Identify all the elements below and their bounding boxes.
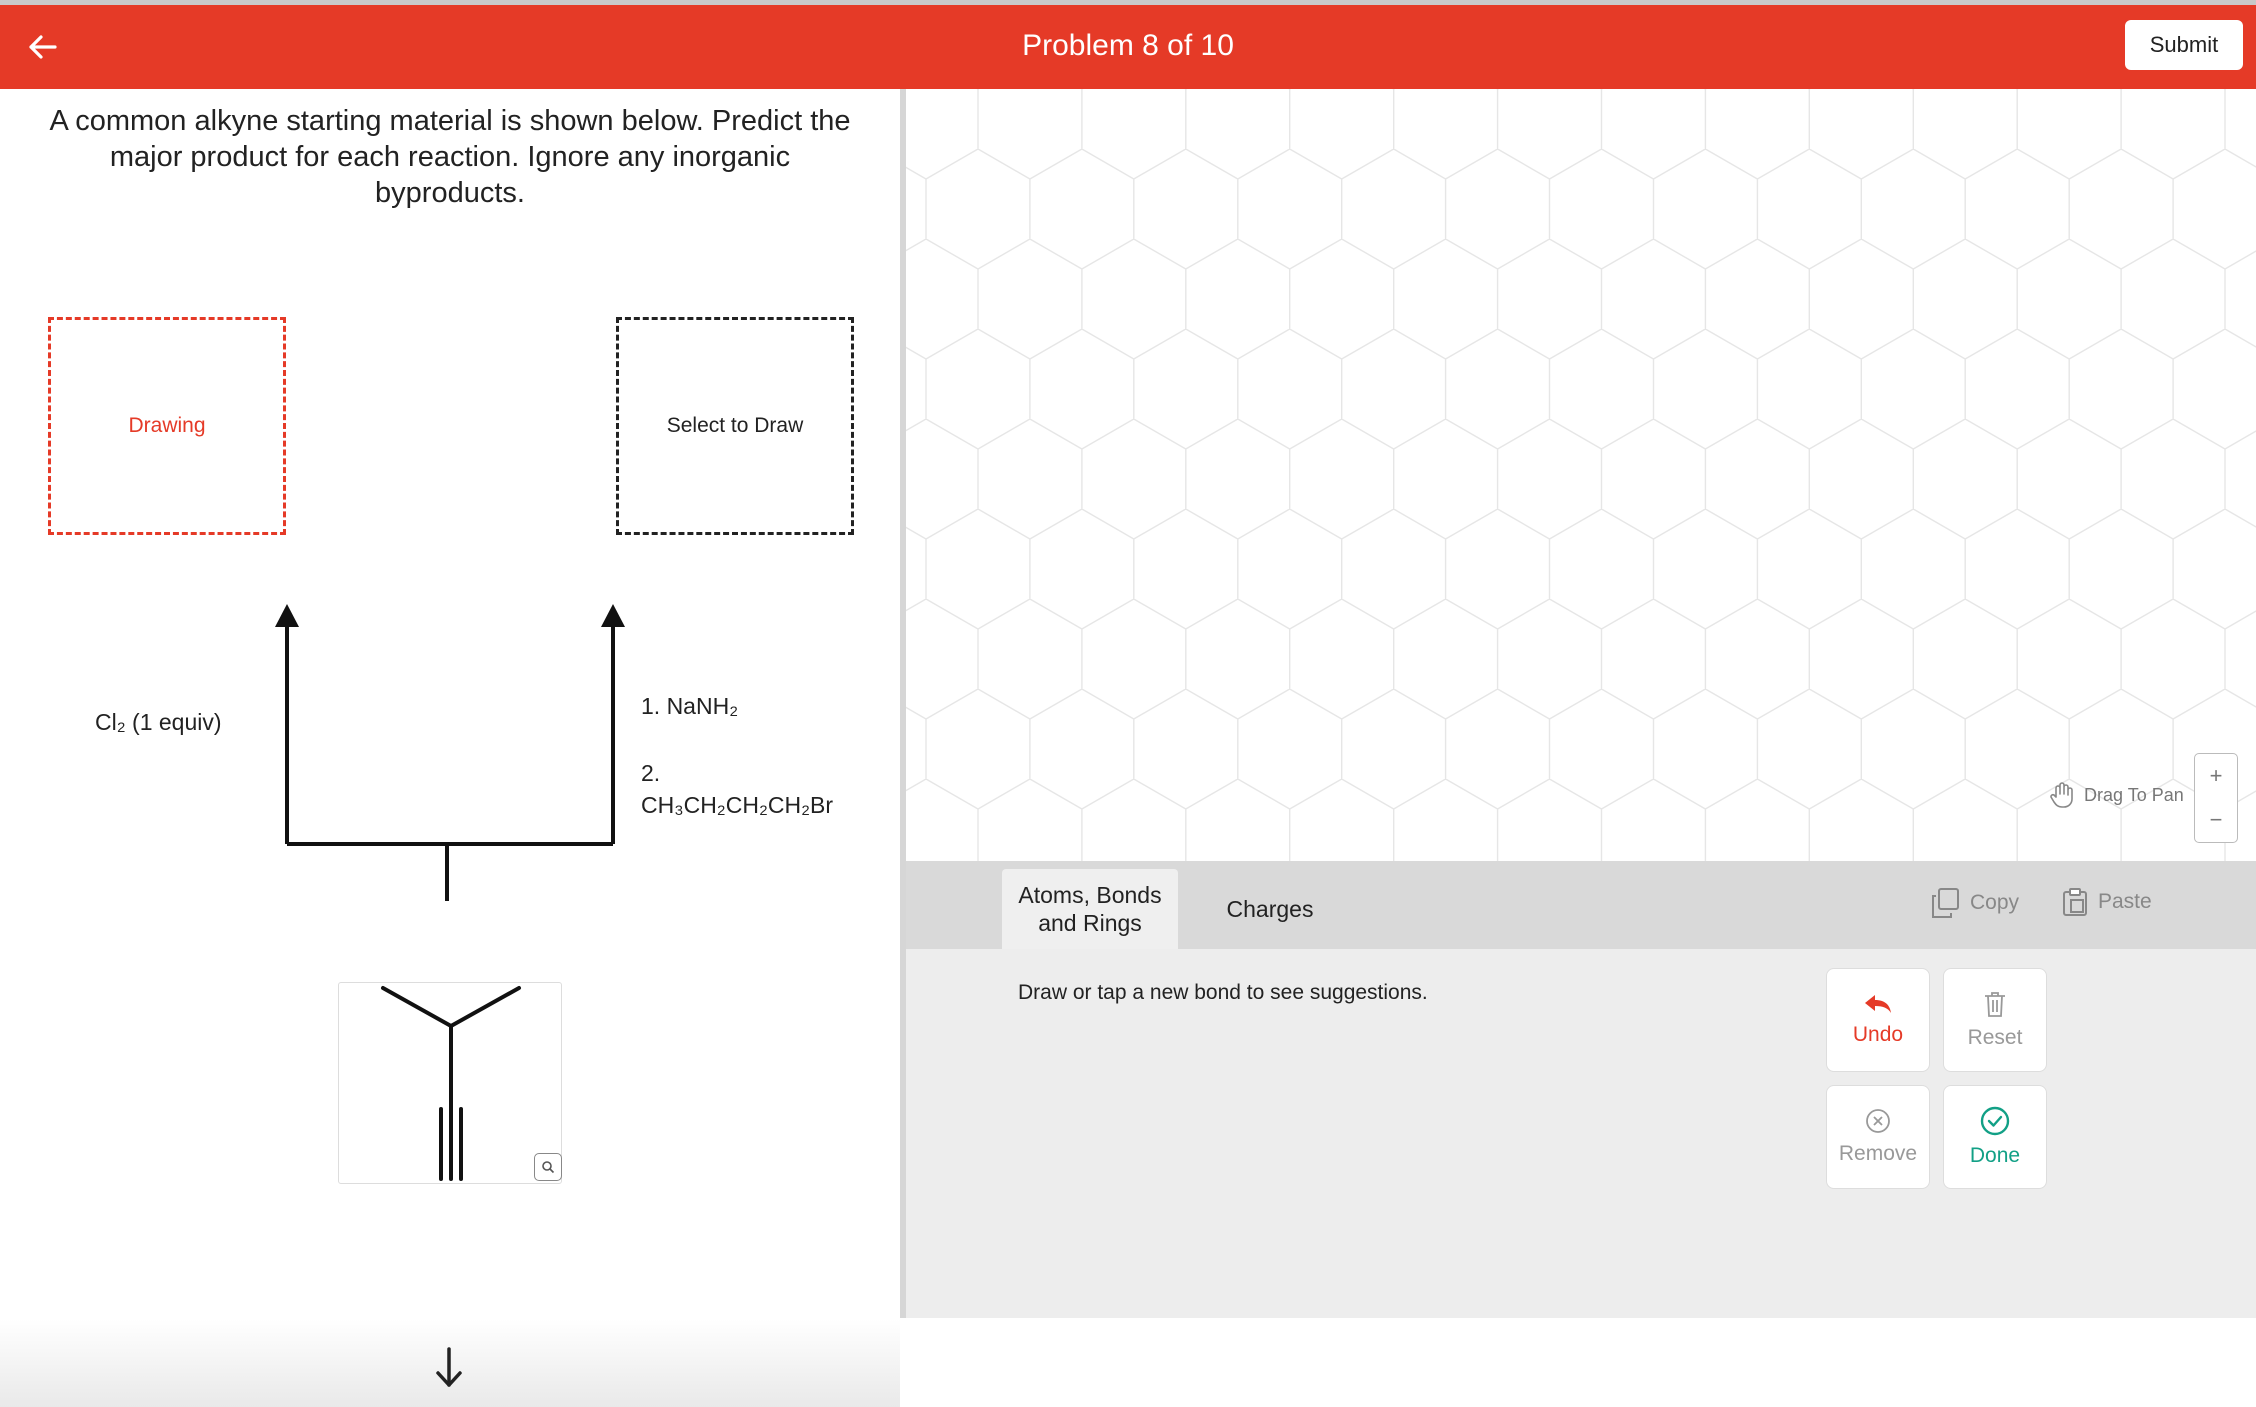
reagent-step-2-formula: CH₃CH₂CH₂CH₂Br xyxy=(641,792,834,818)
tab-atoms-bonds-rings[interactable]: Atoms, Bonds and Rings xyxy=(1002,869,1178,949)
suggestion-hint: Draw or tap a new bond to see suggestion… xyxy=(1018,981,1428,1004)
header-bar: Problem 8 of 10 Submit xyxy=(0,5,2256,89)
paste-button[interactable]: Paste xyxy=(2062,887,2152,917)
scroll-down-arrow-icon[interactable] xyxy=(434,1347,464,1391)
done-label: Done xyxy=(1969,1144,2021,1167)
copy-icon xyxy=(1932,888,1959,918)
reagent-left: Cl₂ (1 equiv) xyxy=(95,709,222,735)
zoom-in-button[interactable]: + xyxy=(2195,754,2237,798)
hexagon-grid-lines xyxy=(906,89,2256,861)
remove-button[interactable]: Remove xyxy=(1826,1085,1930,1189)
check-circle-icon xyxy=(1980,1106,2010,1136)
reset-label: Reset xyxy=(1967,1026,2023,1049)
copy-label: Copy xyxy=(1970,891,2020,914)
reagent-step-1: 1. NaNH₂ xyxy=(641,693,739,719)
arrow-head-left xyxy=(275,604,299,627)
question-panel: A common alkyne starting material is sho… xyxy=(0,89,900,1407)
copy-button[interactable]: Copy xyxy=(1930,887,2019,919)
done-button[interactable]: Done xyxy=(1943,1085,2047,1189)
reagent-step-2-number: 2. xyxy=(641,760,661,786)
drag-to-pan-hint: Drag To Pan xyxy=(2050,781,2184,809)
magnifier-icon xyxy=(542,1161,555,1174)
reset-button[interactable]: Reset xyxy=(1943,968,2047,1072)
problem-title: Problem 8 of 10 xyxy=(1022,29,1234,62)
hexagon-grid xyxy=(906,89,2256,861)
clipboard-icon xyxy=(2063,888,2087,916)
drag-to-pan-label: Drag To Pan xyxy=(2084,784,2184,805)
suggestion-panel: Draw or tap a new bond to see suggestion… xyxy=(906,949,2256,1318)
arrow-head-right xyxy=(601,604,625,627)
submit-button[interactable]: Submit xyxy=(2125,20,2243,70)
starting-material-structure xyxy=(338,982,562,1184)
hand-icon xyxy=(2050,782,2073,808)
tool-tabs-bar: Atoms, Bonds and Rings Charges Copy Past… xyxy=(906,861,2256,949)
zoom-controls: + − xyxy=(2194,753,2238,843)
zoom-out-button[interactable]: − xyxy=(2195,798,2237,842)
paste-label: Paste xyxy=(2098,890,2152,913)
undo-button[interactable]: Undo xyxy=(1826,968,1930,1072)
drawing-canvas[interactable]: Drag To Pan + − xyxy=(906,89,2256,861)
tab-charges[interactable]: Charges xyxy=(1202,869,1338,949)
reagent-step-2: 2. CH₃CH₂CH₂CH₂Br xyxy=(641,757,833,821)
undo-icon xyxy=(1865,995,1891,1013)
structure-zoom-button[interactable] xyxy=(534,1153,562,1181)
remove-label: Remove xyxy=(1838,1142,1918,1165)
alkyne-skeletal-structure xyxy=(381,986,521,1181)
trash-icon xyxy=(1985,992,2005,1017)
close-circle-icon xyxy=(1866,1109,1890,1133)
undo-label: Undo xyxy=(1852,1023,1904,1046)
